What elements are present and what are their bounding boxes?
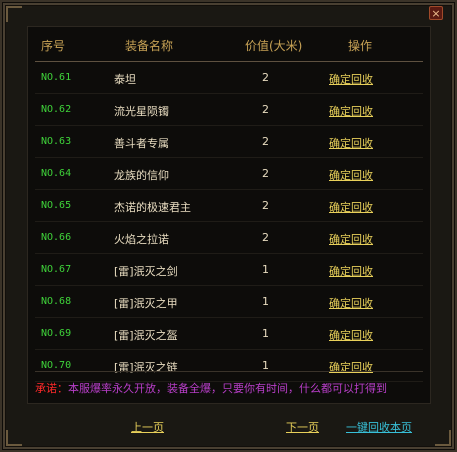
equipment-value: 2 [262, 231, 269, 244]
equipment-name: 善斗者专属 [114, 137, 169, 150]
row-divider [35, 189, 423, 190]
row-divider [35, 93, 423, 94]
list-divider [35, 371, 423, 372]
notice-text: 承诺：本服爆率永久开放，装备全爆，只要你有时间，什么都可以打得到 [35, 380, 387, 396]
confirm-recycle-link[interactable]: 确定回收 [329, 327, 373, 343]
equipment-name: 泰坦 [114, 73, 136, 86]
confirm-recycle-link[interactable]: 确定回收 [329, 359, 373, 375]
table-row: NO.67 [雷]泯灭之剑 1 确定回收 [28, 256, 430, 286]
header-no: 序号 [41, 39, 66, 53]
equipment-name: [雷]泯灭之链 [114, 361, 178, 374]
row-number: NO.69 [41, 328, 72, 339]
table-row: NO.63 善斗者专属 2 确定回收 [28, 128, 430, 158]
row-number: NO.65 [41, 200, 72, 211]
row-divider [35, 285, 423, 286]
confirm-recycle-link[interactable]: 确定回收 [329, 199, 373, 215]
next-page-link[interactable]: 下一页 [286, 419, 319, 435]
equipment-list-panel: 序号 装备名称 价值(大米) 操作 NO.61 泰坦 2 确定回收 NO.62 流光星陨镯… [27, 26, 431, 404]
row-divider [35, 349, 423, 350]
equipment-value: 1 [262, 263, 269, 276]
recycle-all-link[interactable]: 一键回收本页 [346, 419, 412, 435]
confirm-recycle-link[interactable]: 确定回收 [329, 71, 373, 87]
table-row: NO.61 泰坦 2 确定回收 [28, 64, 430, 94]
equipment-value: 2 [262, 103, 269, 116]
header-name: 装备名称 [125, 39, 174, 53]
row-number: NO.68 [41, 296, 72, 307]
header-divider [35, 61, 423, 62]
equipment-name: [雷]泯灭之盔 [114, 329, 178, 342]
equipment-name: 流光星陨镯 [114, 105, 169, 118]
table-row: NO.64 龙族的信仰 2 确定回收 [28, 160, 430, 190]
row-number: NO.62 [41, 104, 72, 115]
equipment-value: 2 [262, 167, 269, 180]
confirm-recycle-link[interactable]: 确定回收 [329, 295, 373, 311]
header-value: 价值(大米) [245, 39, 303, 53]
frame-corner-ornament [6, 430, 22, 446]
frame-corner-ornament [435, 430, 451, 446]
row-divider [35, 317, 423, 318]
equipment-name: [雷]泯灭之甲 [114, 297, 178, 310]
row-divider [35, 125, 423, 126]
confirm-recycle-link[interactable]: 确定回收 [329, 135, 373, 151]
row-number: NO.70 [41, 360, 72, 371]
equipment-name: 火焰之拉诺 [114, 233, 169, 246]
row-number: NO.63 [41, 136, 72, 147]
table-header: 序号 装备名称 价值(大米) 操作 [28, 27, 430, 61]
close-button[interactable]: × [429, 6, 443, 20]
equipment-value: 2 [262, 135, 269, 148]
confirm-recycle-link[interactable]: 确定回收 [329, 167, 373, 183]
notice-tag: 承诺： [35, 382, 68, 395]
row-number: NO.61 [41, 72, 72, 83]
table-row: NO.70 [雷]泯灭之链 1 确定回收 [28, 352, 430, 382]
table-row: NO.62 流光星陨镯 2 确定回收 [28, 96, 430, 126]
row-divider [35, 253, 423, 254]
equipment-value: 1 [262, 295, 269, 308]
row-number: NO.66 [41, 232, 72, 243]
equipment-name: 杰诺的极速君主 [114, 201, 191, 214]
equipment-name: 龙族的信仰 [114, 169, 169, 182]
table-row: NO.69 [雷]泯灭之盔 1 确定回收 [28, 320, 430, 350]
close-icon: × [431, 7, 441, 20]
table-row: NO.66 火焰之拉诺 2 确定回收 [28, 224, 430, 254]
confirm-recycle-link[interactable]: 确定回收 [329, 103, 373, 119]
header-action: 操作 [348, 39, 373, 53]
row-divider [35, 221, 423, 222]
confirm-recycle-link[interactable]: 确定回收 [329, 231, 373, 247]
equipment-value: 1 [262, 327, 269, 340]
row-number: NO.64 [41, 168, 72, 179]
table-row: NO.65 杰诺的极速君主 2 确定回收 [28, 192, 430, 222]
notice-message: 本服爆率永久开放，装备全爆，只要你有时间，什么都可以打得到 [68, 382, 387, 395]
frame-corner-ornament [6, 6, 22, 22]
equipment-value: 2 [262, 71, 269, 84]
table-row: NO.68 [雷]泯灭之甲 1 确定回收 [28, 288, 430, 318]
row-divider [35, 157, 423, 158]
confirm-recycle-link[interactable]: 确定回收 [329, 263, 373, 279]
row-number: NO.67 [41, 264, 72, 275]
prev-page-link[interactable]: 上一页 [131, 419, 164, 435]
equipment-name: [雷]泯灭之剑 [114, 265, 178, 278]
equipment-value: 2 [262, 199, 269, 212]
